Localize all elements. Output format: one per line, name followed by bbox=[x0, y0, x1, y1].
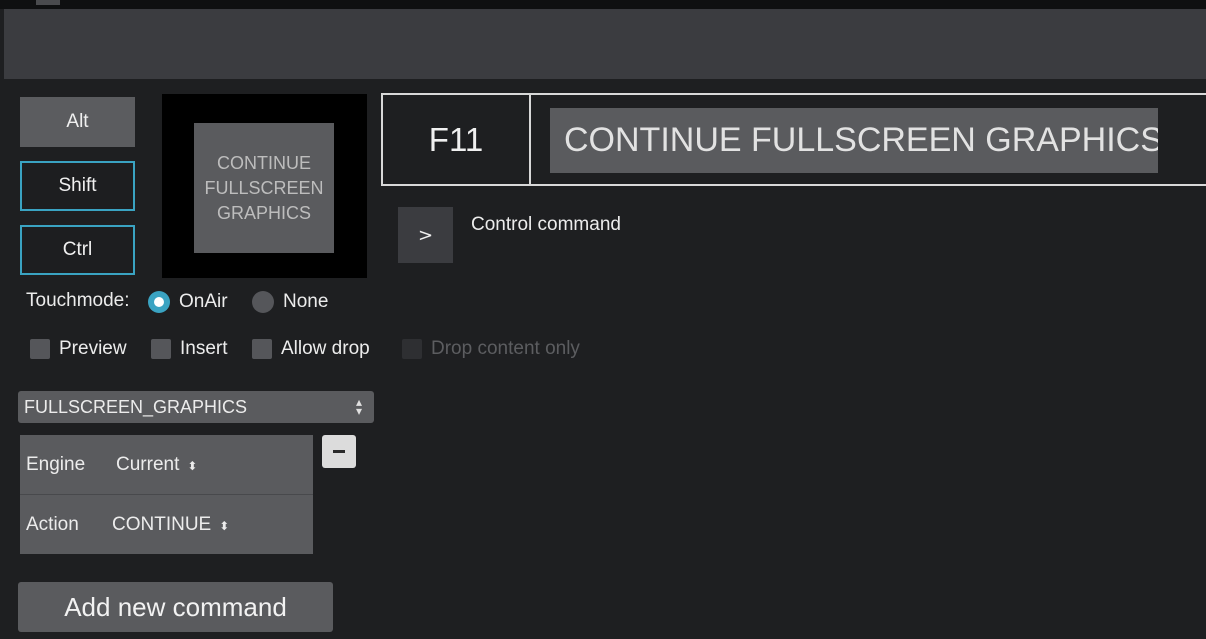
engine-value: Current bbox=[116, 453, 180, 475]
alt-modifier-button[interactable]: Alt bbox=[20, 97, 135, 147]
add-new-command-button[interactable]: Add new command bbox=[18, 582, 333, 632]
minus-icon bbox=[333, 450, 345, 453]
engine-select[interactable]: Current ⬍ bbox=[116, 454, 197, 476]
touchmode-onair-label[interactable]: OnAir bbox=[179, 291, 228, 313]
preview-line-2: FULLSCREEN bbox=[204, 177, 324, 198]
remove-command-button[interactable] bbox=[322, 435, 356, 468]
control-command-toggle-button[interactable]: > bbox=[398, 207, 453, 263]
action-value: CONTINUE bbox=[112, 513, 212, 535]
touchmode-label: Touchmode: bbox=[26, 290, 130, 311]
drop-content-only-checkbox-label: Drop content only bbox=[431, 338, 580, 359]
command-type-select[interactable]: FULLSCREEN_GRAPHICS ▴ ▾ bbox=[18, 391, 374, 423]
updown-arrows-icon: ⬍ bbox=[219, 518, 230, 533]
action-param-label: Action bbox=[26, 513, 79, 535]
hotkey-key-label: F11 bbox=[383, 95, 531, 184]
insert-checkbox-label[interactable]: Insert bbox=[180, 338, 228, 360]
hotkey-editor-window: Alt Shift Ctrl CONTINUE FULLSCREEN GRAPH… bbox=[0, 0, 1206, 639]
header-bar bbox=[4, 9, 1206, 79]
preview-line-1: CONTINUE bbox=[217, 152, 311, 173]
preview-area: CONTINUE FULLSCREEN GRAPHICS bbox=[162, 94, 367, 278]
action-select[interactable]: CONTINUE ⬍ bbox=[112, 514, 229, 536]
preview-line-3: GRAPHICS bbox=[216, 202, 312, 223]
touchmode-onair-radio[interactable] bbox=[148, 291, 170, 313]
preview-checkbox[interactable] bbox=[30, 339, 50, 359]
preview-checkbox-label[interactable]: Preview bbox=[59, 338, 127, 360]
action-param-row: Action CONTINUE ⬍ bbox=[20, 495, 313, 554]
command-parameters: Engine Current ⬍ Action CONTINUE ⬍ bbox=[20, 435, 313, 554]
allow-drop-checkbox[interactable] bbox=[252, 339, 272, 359]
engine-param-label: Engine bbox=[26, 453, 86, 475]
touchmode-none-radio[interactable] bbox=[252, 291, 274, 313]
touchmode-none-label[interactable]: None bbox=[283, 291, 328, 313]
hotkey-banner: F11 CONTINUE FULLSCREEN GRAPHICS bbox=[381, 93, 1206, 186]
top-strip-tab bbox=[36, 0, 60, 5]
shift-modifier-button[interactable]: Shift bbox=[20, 161, 135, 211]
engine-param-row: Engine Current ⬍ bbox=[20, 435, 313, 495]
command-type-value: FULLSCREEN_GRAPHICS bbox=[24, 396, 248, 417]
drop-content-only-checkbox bbox=[402, 339, 422, 359]
hotkey-title-field[interactable]: CONTINUE FULLSCREEN GRAPHICS bbox=[550, 108, 1158, 173]
updown-arrows-icon: ⬍ bbox=[187, 458, 198, 473]
preview-tile: CONTINUE FULLSCREEN GRAPHICS bbox=[194, 123, 334, 253]
control-command-label: Control command bbox=[471, 214, 621, 235]
allow-drop-checkbox-label[interactable]: Allow drop bbox=[281, 338, 370, 360]
radio-selected-dot bbox=[154, 297, 164, 307]
updown-arrows-icon: ▴ ▾ bbox=[355, 395, 362, 418]
ctrl-modifier-button[interactable]: Ctrl bbox=[20, 225, 135, 275]
insert-checkbox[interactable] bbox=[151, 339, 171, 359]
window-top-strip bbox=[0, 0, 1206, 9]
